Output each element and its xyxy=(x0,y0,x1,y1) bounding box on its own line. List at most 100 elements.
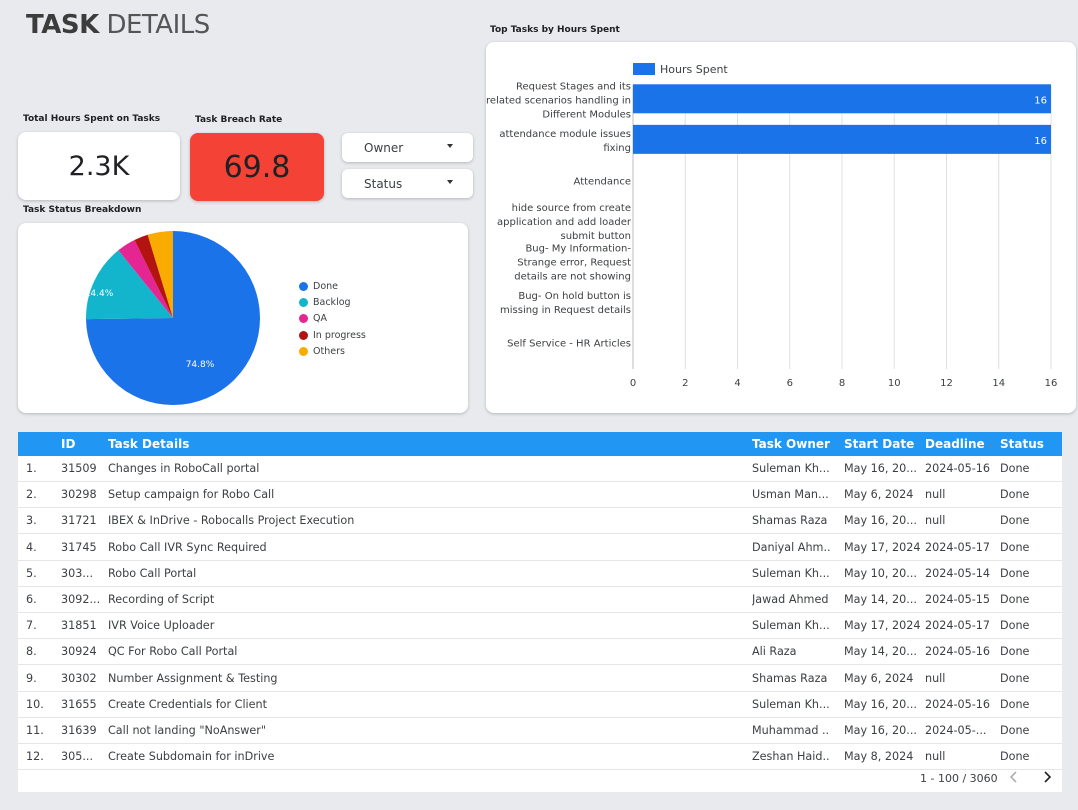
table-row[interactable]: 8. 30924 QC For Robo Call Portal Ali Raza Ma… xyxy=(18,639,1062,666)
next-page-button[interactable] xyxy=(1039,769,1055,785)
start-date-cell: May 16, 20... xyxy=(844,514,917,528)
owner-filter-label: Owner xyxy=(364,140,404,155)
table-row[interactable]: 9. 30302 Number Assignment & Testing Shamas… xyxy=(18,666,1062,692)
bar-data-label: 16 xyxy=(1034,136,1047,147)
y-category-label: Bug- On hold button is xyxy=(518,291,631,302)
table-row[interactable]: 6. 3092... Recording of Script Jawad Ahmed M… xyxy=(18,587,1062,613)
table-row[interactable]: 11. 31639 Call not landing "NoAnswer" Muham… xyxy=(18,718,1062,744)
hours-bar[interactable] xyxy=(633,84,1051,114)
task-details-cell: Call not landing "NoAnswer" xyxy=(108,724,267,737)
table-row[interactable]: 7. 31851 IVR Voice Uploader Suleman Kh... Ma… xyxy=(18,613,1062,640)
legend-swatch xyxy=(299,314,308,323)
breach-rate-card: 69.8 xyxy=(190,133,324,201)
column-header-id[interactable]: ID xyxy=(61,437,75,451)
status-breakdown-card: 14.4% 74.8% xyxy=(18,223,468,413)
column-header-task-details[interactable]: Task Details xyxy=(108,437,189,451)
status-cell: Done xyxy=(1000,645,1030,659)
prev-page-button[interactable] xyxy=(1006,769,1022,785)
page-title-light: DETAILS xyxy=(106,10,210,40)
task-owner-cell: Suleman Kh... xyxy=(752,566,830,580)
top-tasks-card: Hours Spent Request Stages and its relate… xyxy=(486,42,1076,413)
deadline-cell: 2024-05-16 xyxy=(925,697,991,711)
task-details-cell: IVR Voice Uploader xyxy=(108,619,215,633)
table-row[interactable]: 2. 30298 Setup campaign for Robo Call Usman… xyxy=(18,482,1062,509)
task-owner-cell: Jawad Ahmed xyxy=(752,593,829,606)
task-details-cell: Create Credentials for Client xyxy=(108,697,268,711)
row-index: 9. xyxy=(26,671,37,685)
task-id-cell: 303... xyxy=(61,566,94,580)
y-category-label: Bug- My Information- xyxy=(525,244,631,255)
task-owner-cell: Zeshan Haid... xyxy=(752,750,830,764)
page-title-bold: TASK xyxy=(26,10,99,40)
legend-swatch xyxy=(299,347,308,356)
task-details-cell: Recording of Script xyxy=(108,593,215,606)
task-details-cell: Number Assignment & Testing xyxy=(108,671,278,685)
table-row[interactable]: 12. 305... Create Subdomain for inDrive Zes… xyxy=(18,744,1062,771)
done-pct-label: 74.8% xyxy=(186,360,215,370)
task-id-cell: 31745 xyxy=(61,540,97,554)
owner-filter-dropdown[interactable]: Owner xyxy=(342,133,473,162)
deadline-cell: 2024-05-17 xyxy=(925,619,991,633)
deadline-cell: 2024-05-15 xyxy=(925,593,991,606)
chevron-down-icon xyxy=(447,144,453,148)
total-hours-card: 2.3K xyxy=(18,132,180,200)
x-tick-label: 0 xyxy=(630,378,636,389)
task-id-cell: 31851 xyxy=(61,619,97,633)
y-category-label: Attendance xyxy=(574,176,631,187)
start-date-cell: May 17, 2024 xyxy=(844,619,920,633)
page-title: TASK DETAILS xyxy=(26,10,210,40)
task-owner-cell: Muhammad ... xyxy=(752,724,830,737)
task-details-cell: QC For Robo Call Portal xyxy=(108,645,238,659)
breach-rate-label: Task Breach Rate xyxy=(195,115,283,125)
deadline-cell: null xyxy=(925,514,946,528)
task-owner-cell: Usman Man... xyxy=(752,488,829,502)
bar-legend-swatch xyxy=(633,63,655,75)
row-index: 1. xyxy=(26,462,37,475)
pagination-info: 1 - 100 / 3060 xyxy=(920,772,998,785)
task-id-cell: 30298 xyxy=(61,488,97,502)
task-owner-cell: Daniyal Ahm... xyxy=(752,540,830,554)
deadline-cell: null xyxy=(925,750,946,764)
table-row[interactable]: 5. 303... Robo Call Portal Suleman Kh... May… xyxy=(18,561,1062,587)
table-row[interactable]: 10. 31655 Create Credentials for Client Sul… xyxy=(18,692,1062,718)
x-tick-label: 12 xyxy=(940,378,953,389)
status-cell: Done xyxy=(1000,593,1030,606)
backlog-pct-label: 14.4% xyxy=(85,289,114,299)
status-cell: Done xyxy=(1000,462,1030,475)
task-id-cell: 31721 xyxy=(61,514,97,528)
status-filter-dropdown[interactable]: Status xyxy=(342,169,473,198)
start-date-cell: May 17, 2024 xyxy=(844,540,920,554)
row-index: 6. xyxy=(26,593,37,606)
row-index: 10. xyxy=(26,697,44,711)
table-header: ID Task Details Task Owner Start Date De… xyxy=(18,432,1062,456)
status-cell: Done xyxy=(1000,488,1030,502)
column-header-deadline[interactable]: Deadline xyxy=(925,437,985,451)
column-header-task-owner[interactable]: Task Owner xyxy=(752,437,830,451)
status-pie-chart: 14.4% 74.8% xyxy=(85,231,260,405)
row-index: 3. xyxy=(26,514,37,528)
chevron-down-icon xyxy=(447,180,453,184)
total-hours-label: Total Hours Spent on Tasks xyxy=(23,114,161,124)
column-header-status[interactable]: Status xyxy=(1000,437,1044,451)
task-id-cell: 31639 xyxy=(61,724,97,737)
x-tick-label: 4 xyxy=(734,378,740,389)
task-id-cell: 3092... xyxy=(61,593,101,606)
start-date-cell: May 10, 20... xyxy=(844,566,917,580)
legend-item-done: Done xyxy=(299,281,338,292)
table-row[interactable]: 1. 31509 Changes in RoboCall portal Suleman… xyxy=(18,456,1062,482)
hours-bar[interactable] xyxy=(633,124,1051,154)
deadline-cell: 2024-05-17 xyxy=(925,540,991,554)
y-category-label: application and add loader xyxy=(497,217,632,228)
table-row[interactable]: 3. 31721 IBEX & InDrive - Robocalls Projec… xyxy=(18,508,1062,535)
row-index: 12. xyxy=(26,750,44,764)
task-id-cell: 30924 xyxy=(61,645,97,659)
column-header-start-date[interactable]: Start Date xyxy=(844,437,914,451)
task-owner-cell: Suleman Kh... xyxy=(752,619,830,633)
task-id-cell: 31655 xyxy=(61,697,97,711)
task-details-cell: Create Subdomain for inDrive xyxy=(108,750,275,764)
start-date-cell: May 14, 20... xyxy=(844,593,917,606)
start-date-cell: May 14, 20... xyxy=(844,645,917,659)
status-cell: Done xyxy=(1000,724,1030,737)
table-row[interactable]: 4. 31745 Robo Call IVR Sync Required Daniya… xyxy=(18,535,1062,561)
y-category-label: Request Stages and its xyxy=(516,81,631,92)
